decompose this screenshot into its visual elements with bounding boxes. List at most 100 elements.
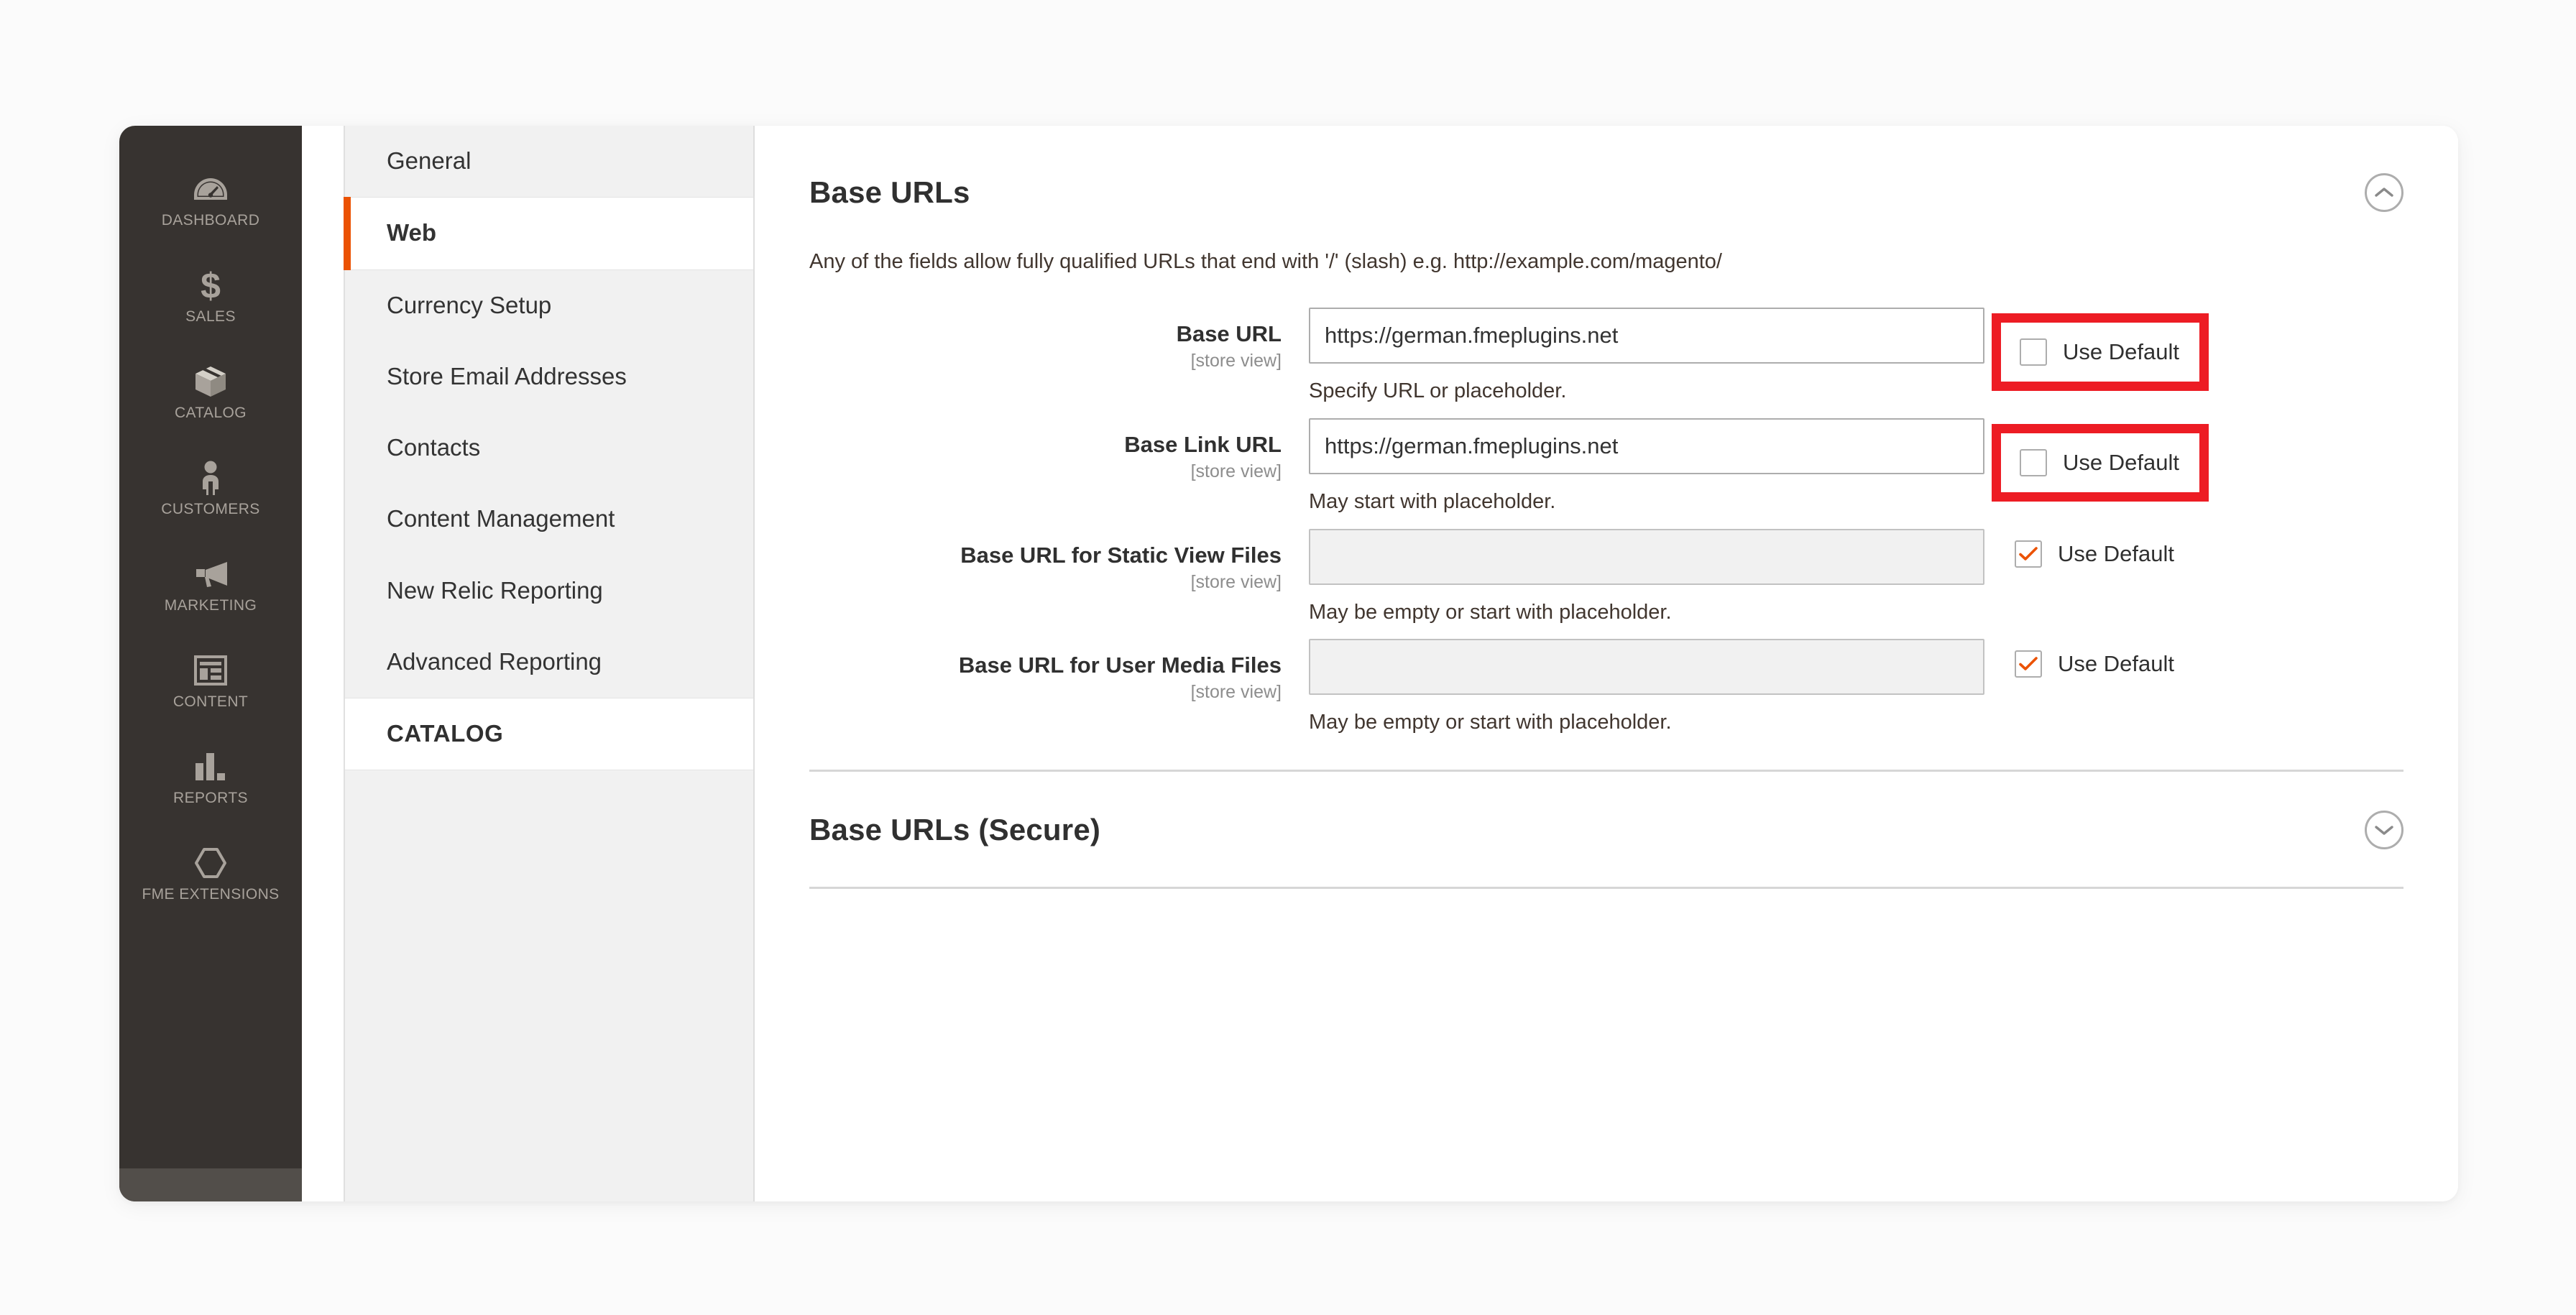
- base-urls-description: Any of the fields allow fully qualified …: [809, 250, 1722, 273]
- field-label-base-url-media: Base URL for User Media Files [store vie…: [809, 639, 1309, 703]
- use-default-toggle-base-link-url[interactable]: Use Default: [1992, 423, 2209, 502]
- field-control-base-url: Specify URL or placeholder.: [1309, 308, 1984, 405]
- section-nav-item-content-management[interactable]: Content Management: [345, 484, 753, 555]
- section-nav-label: General: [387, 147, 472, 174]
- section-nav-label: Contacts: [387, 434, 481, 461]
- use-default-wrap-base-url: Use Default: [1992, 308, 2209, 392]
- bar-chart-icon: [190, 748, 231, 785]
- layout-icon: [190, 652, 231, 689]
- field-label-base-url: Base URL [store view]: [809, 308, 1309, 372]
- field-label-text: Base URL for User Media Files: [958, 652, 1282, 678]
- nav-gutter: [302, 126, 344, 1201]
- base-link-url-input[interactable]: [1309, 417, 1984, 474]
- field-control-base-link-url: May start with placeholder.: [1309, 417, 1984, 516]
- base-url-user-media-files-input: [1309, 639, 1984, 696]
- sidebar-item-dashboard[interactable]: DASHBOARD: [119, 163, 302, 239]
- use-default-wrap-base-url-media: Use Default: [2005, 639, 2184, 684]
- section-nav-item-new-relic-reporting[interactable]: New Relic Reporting: [345, 555, 753, 627]
- use-default-label: Use Default: [2063, 339, 2179, 365]
- field-scope-text: [store view]: [1190, 461, 1282, 482]
- section-nav-item-contacts[interactable]: Contacts: [345, 412, 753, 484]
- section-nav-item-general[interactable]: General: [345, 126, 753, 197]
- base-urls-secure-header: Base URLs (Secure): [755, 772, 2458, 849]
- use-default-label: Use Default: [2058, 651, 2174, 677]
- section-nav-item-store-email-addresses[interactable]: Store Email Addresses: [345, 341, 753, 412]
- sidebar-item-label: DASHBOARD: [161, 212, 260, 229]
- field-label-base-url-static: Base URL for Static View Files [store vi…: [809, 529, 1309, 593]
- section-nav-label: CATALOG: [387, 720, 504, 747]
- megaphone-icon: [190, 555, 231, 593]
- sidebar-item-label: FME EXTENSIONS: [142, 885, 280, 903]
- base-url-input[interactable]: [1309, 308, 1984, 364]
- field-scope-text: [store view]: [1190, 682, 1282, 703]
- checkbox-unchecked-icon[interactable]: [2020, 338, 2047, 366]
- section-nav-group-catalog[interactable]: CATALOG: [345, 698, 753, 771]
- use-default-toggle-base-url[interactable]: Use Default: [1992, 313, 2209, 392]
- base-urls-form: Base URL [store view] Specify URL or pla…: [755, 276, 2458, 737]
- sidebar-item-reports[interactable]: REPORTS: [119, 741, 302, 817]
- section-nav-label: Store Email Addresses: [387, 362, 627, 389]
- form-row-base-link-url: Base Link URL [store view] May start wit…: [755, 417, 2458, 516]
- sidebar-item-sales[interactable]: $ SALES: [119, 259, 302, 336]
- field-note: May start with placeholder.: [1309, 489, 1556, 513]
- field-note: Specify URL or placeholder.: [1309, 379, 1567, 403]
- field-label-text: Base Link URL: [1124, 431, 1282, 457]
- field-control-base-url-static: May be empty or start with placeholder.: [1309, 528, 1984, 627]
- sidebar-item-customers[interactable]: CUSTOMERS: [119, 452, 302, 528]
- gauge-icon: [190, 170, 231, 208]
- form-row-base-url-static-view-files: Base URL for Static View Files [store vi…: [755, 528, 2458, 627]
- sidebar-item-label: CUSTOMERS: [161, 500, 260, 517]
- sidebar-item-content[interactable]: CONTENT: [119, 645, 302, 721]
- sidebar-item-fme-extensions[interactable]: FME EXTENSIONS: [119, 837, 302, 913]
- form-row-base-url-user-media-files: Base URL for User Media Files [store vie…: [755, 639, 2458, 737]
- section-nav-label: Currency Setup: [387, 291, 552, 318]
- field-label-text: Base URL for Static View Files: [960, 542, 1282, 568]
- field-control-base-url-media: May be empty or start with placeholder.: [1309, 639, 1984, 737]
- use-default-wrap-base-link-url: Use Default: [1992, 418, 2209, 502]
- sidebar-item-label: CONTENT: [172, 693, 249, 710]
- checkbox-checked-icon[interactable]: [2015, 540, 2042, 568]
- admin-app-card: DASHBOARD $ SALES CATALOG CUSTOMERS MARK…: [119, 126, 2458, 1201]
- field-note: May be empty or start with placeholder.: [1309, 711, 1672, 734]
- field-scope-text: [store view]: [1190, 571, 1282, 592]
- section-nav-label: Web: [387, 219, 437, 246]
- hexagon-icon: [190, 844, 231, 882]
- use-default-label: Use Default: [2058, 540, 2174, 566]
- person-icon: [190, 459, 231, 497]
- settings-content-panel: Base URLs Any of the fields allow fully …: [755, 126, 2458, 1201]
- sidebar-item-catalog[interactable]: CATALOG: [119, 356, 302, 432]
- settings-section-nav: General Web Currency Setup Store Email A…: [344, 126, 755, 1201]
- sidebar-item-label: SALES: [185, 308, 236, 325]
- primary-sidebar: DASHBOARD $ SALES CATALOG CUSTOMERS MARK…: [119, 126, 302, 1201]
- field-note: May be empty or start with placeholder.: [1309, 600, 1672, 624]
- base-urls-header: Base URLs: [755, 126, 2458, 212]
- field-scope-text: [store view]: [1190, 351, 1282, 372]
- dollar-icon: $: [190, 267, 231, 304]
- section-nav-label: Advanced Reporting: [387, 647, 602, 675]
- base-urls-secure-title: Base URLs (Secure): [809, 812, 1101, 846]
- use-default-toggle-base-url-static[interactable]: Use Default: [2005, 534, 2184, 573]
- sidebar-item-label: MARKETING: [164, 596, 257, 614]
- section-nav-item-currency-setup[interactable]: Currency Setup: [345, 270, 753, 341]
- section-nav-item-advanced-reporting[interactable]: Advanced Reporting: [345, 627, 753, 698]
- section-nav-label: New Relic Reporting: [387, 576, 603, 604]
- use-default-label: Use Default: [2063, 449, 2179, 475]
- sidebar-item-marketing[interactable]: MARKETING: [119, 548, 302, 624]
- sidebar-item-label: CATALOG: [174, 404, 247, 421]
- form-row-base-url: Base URL [store view] Specify URL or pla…: [755, 308, 2458, 405]
- section-nav-item-web[interactable]: Web: [344, 197, 753, 270]
- sidebar-item-label: REPORTS: [173, 789, 248, 806]
- svg-text:$: $: [201, 267, 221, 303]
- field-label-text: Base URL: [1176, 321, 1282, 347]
- checkbox-unchecked-icon[interactable]: [2020, 448, 2047, 476]
- chevron-up-icon[interactable]: [2365, 173, 2404, 212]
- field-label-base-link-url: Base Link URL [store view]: [809, 418, 1309, 482]
- use-default-toggle-base-url-media[interactable]: Use Default: [2005, 645, 2184, 684]
- sidebar-footer-strip: [119, 1168, 302, 1201]
- box-icon: [190, 363, 231, 400]
- checkbox-checked-icon[interactable]: [2015, 650, 2042, 678]
- page-title: Base URLs: [809, 175, 970, 209]
- chevron-down-icon[interactable]: [2365, 810, 2404, 849]
- use-default-wrap-base-url-static: Use Default: [2005, 529, 2184, 573]
- base-url-static-view-files-input: [1309, 528, 1984, 585]
